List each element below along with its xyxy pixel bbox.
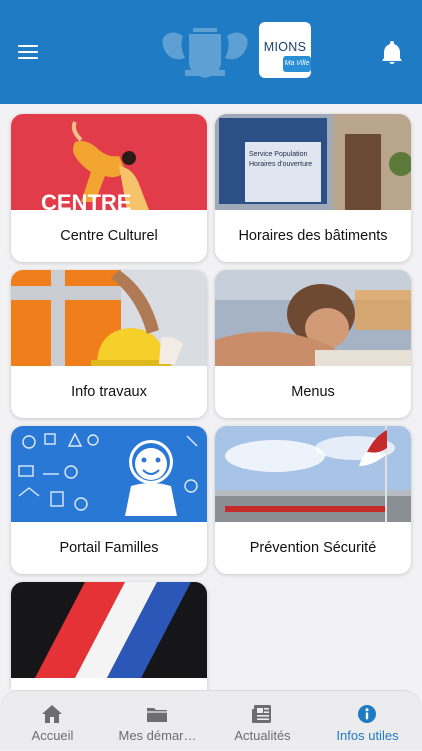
card-elections[interactable] <box>11 582 207 690</box>
news-icon <box>252 705 271 723</box>
tab-label: Infos utiles <box>336 728 399 743</box>
services-grid: CENTRE Centre Culturel Service Populatio… <box>0 104 422 690</box>
card-label: Menus <box>291 384 335 400</box>
tab-infos-utiles[interactable]: Infos utiles <box>315 691 420 751</box>
card-prevention-securite[interactable]: Prévention Sécurité <box>215 426 411 574</box>
card-info-travaux[interactable]: Info travaux <box>11 270 207 418</box>
bottom-tab-bar: Accueil Mes démar… Actualités Infos util… <box>0 690 422 750</box>
centre-culturel-image: CENTRE <box>11 114 207 210</box>
horaires-image-text-2: Horaires d'ouverture <box>249 161 312 168</box>
card-horaires-batiments[interactable]: Service Population Horaires d'ouverture … <box>215 114 411 262</box>
card-label: Prévention Sécurité <box>249 540 377 556</box>
card-centre-culturel[interactable]: CENTRE Centre Culturel <box>11 114 207 262</box>
tab-label: Mes démar… <box>118 728 197 743</box>
card-label: Centre Culturel <box>60 228 158 244</box>
city-crest-icon <box>162 28 248 78</box>
info-icon <box>358 705 376 723</box>
menu-button[interactable] <box>18 43 40 61</box>
tab-accueil[interactable]: Accueil <box>0 691 105 751</box>
card-portail-familles[interactable]: Portail Familles <box>11 426 207 574</box>
tab-actualites[interactable]: Actualités <box>210 691 315 751</box>
tab-mes-demarches[interactable]: Mes démar… <box>105 691 210 751</box>
card-label <box>11 678 207 690</box>
prevention-securite-image <box>215 426 411 522</box>
horaires-image: Service Population Horaires d'ouverture <box>215 114 411 210</box>
centre-image-text: CENTRE <box>41 190 131 210</box>
tab-label: Accueil <box>31 728 74 743</box>
menus-image <box>215 270 411 366</box>
card-label: Portail Familles <box>59 540 159 556</box>
card-label: Info travaux <box>71 384 147 400</box>
info-travaux-image <box>11 270 207 366</box>
home-icon <box>42 705 62 723</box>
portail-familles-image <box>11 426 207 522</box>
notifications-bell-icon[interactable] <box>381 39 403 65</box>
folder-icon <box>147 708 167 722</box>
tab-label: Actualités <box>234 728 291 743</box>
horaires-image-text-1: Service Population <box>249 151 307 158</box>
logo-subtitle: Ma Ville <box>283 56 311 72</box>
app-header: MIONS Ma Ville <box>0 0 422 104</box>
card-menus[interactable]: Menus <box>215 270 411 418</box>
card-label: Horaires des bâtiments <box>238 228 388 244</box>
logo-text: MIONS <box>263 40 307 54</box>
flag-ribbon-image <box>11 582 207 678</box>
mions-logo[interactable]: MIONS Ma Ville <box>259 22 311 78</box>
